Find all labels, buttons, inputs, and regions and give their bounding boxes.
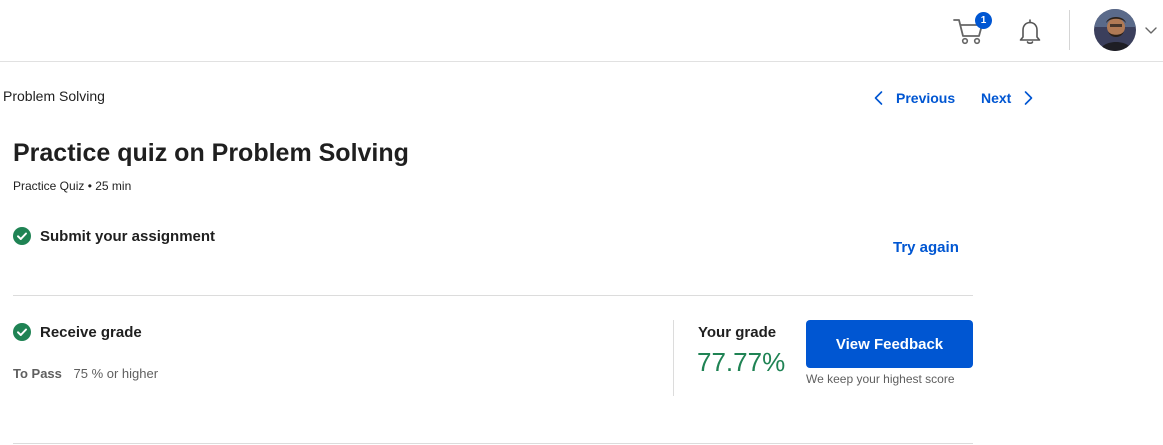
- previous-label: Previous: [896, 90, 956, 106]
- page-title: Practice quiz on Problem Solving: [13, 139, 409, 167]
- account-menu-toggle[interactable]: [1143, 22, 1159, 38]
- grade-divider: [673, 320, 674, 396]
- chevron-left-icon: [874, 91, 883, 105]
- bottom-divider: [13, 443, 973, 444]
- cart-button[interactable]: 1: [952, 12, 992, 48]
- avatar[interactable]: [1094, 9, 1136, 51]
- previous-button[interactable]: Previous: [872, 88, 955, 108]
- view-feedback-button[interactable]: View Feedback: [806, 320, 973, 368]
- chevron-right-icon: [1025, 91, 1033, 105]
- to-pass-value: 75 % or higher: [73, 366, 159, 381]
- avatar-image: [1094, 9, 1136, 51]
- grade-value: 77.77%: [697, 347, 786, 377]
- breadcrumb[interactable]: Problem Solving: [3, 88, 105, 104]
- next-label: Next: [981, 90, 1012, 106]
- header-divider: [1069, 10, 1070, 50]
- chevron-down-icon: [1145, 27, 1157, 34]
- your-grade-label: Your grade: [698, 324, 777, 341]
- next-button[interactable]: Next: [981, 88, 1035, 108]
- submit-step-label: Submit your assignment: [40, 227, 216, 245]
- bell-icon: [1019, 19, 1041, 44]
- submit-step: Submit your assignment: [13, 227, 215, 245]
- check-circle-icon: [13, 323, 31, 341]
- try-again-link[interactable]: Try again: [893, 239, 959, 256]
- check-circle-icon: [13, 227, 31, 245]
- top-navigation-bar: 1: [0, 0, 1163, 62]
- highest-score-note: We keep your highest score: [806, 372, 955, 386]
- cart-count-badge: 1: [975, 12, 992, 29]
- receive-grade-label: Receive grade: [40, 323, 142, 341]
- section-divider: [13, 295, 973, 296]
- notifications-button[interactable]: [1017, 18, 1043, 46]
- receive-grade-step: Receive grade: [13, 323, 142, 341]
- quiz-meta: Practice Quiz • 25 min: [13, 179, 132, 193]
- to-pass-label: To Pass: [13, 366, 62, 381]
- to-pass-requirement: To Pass 75 % or higher: [13, 366, 158, 381]
